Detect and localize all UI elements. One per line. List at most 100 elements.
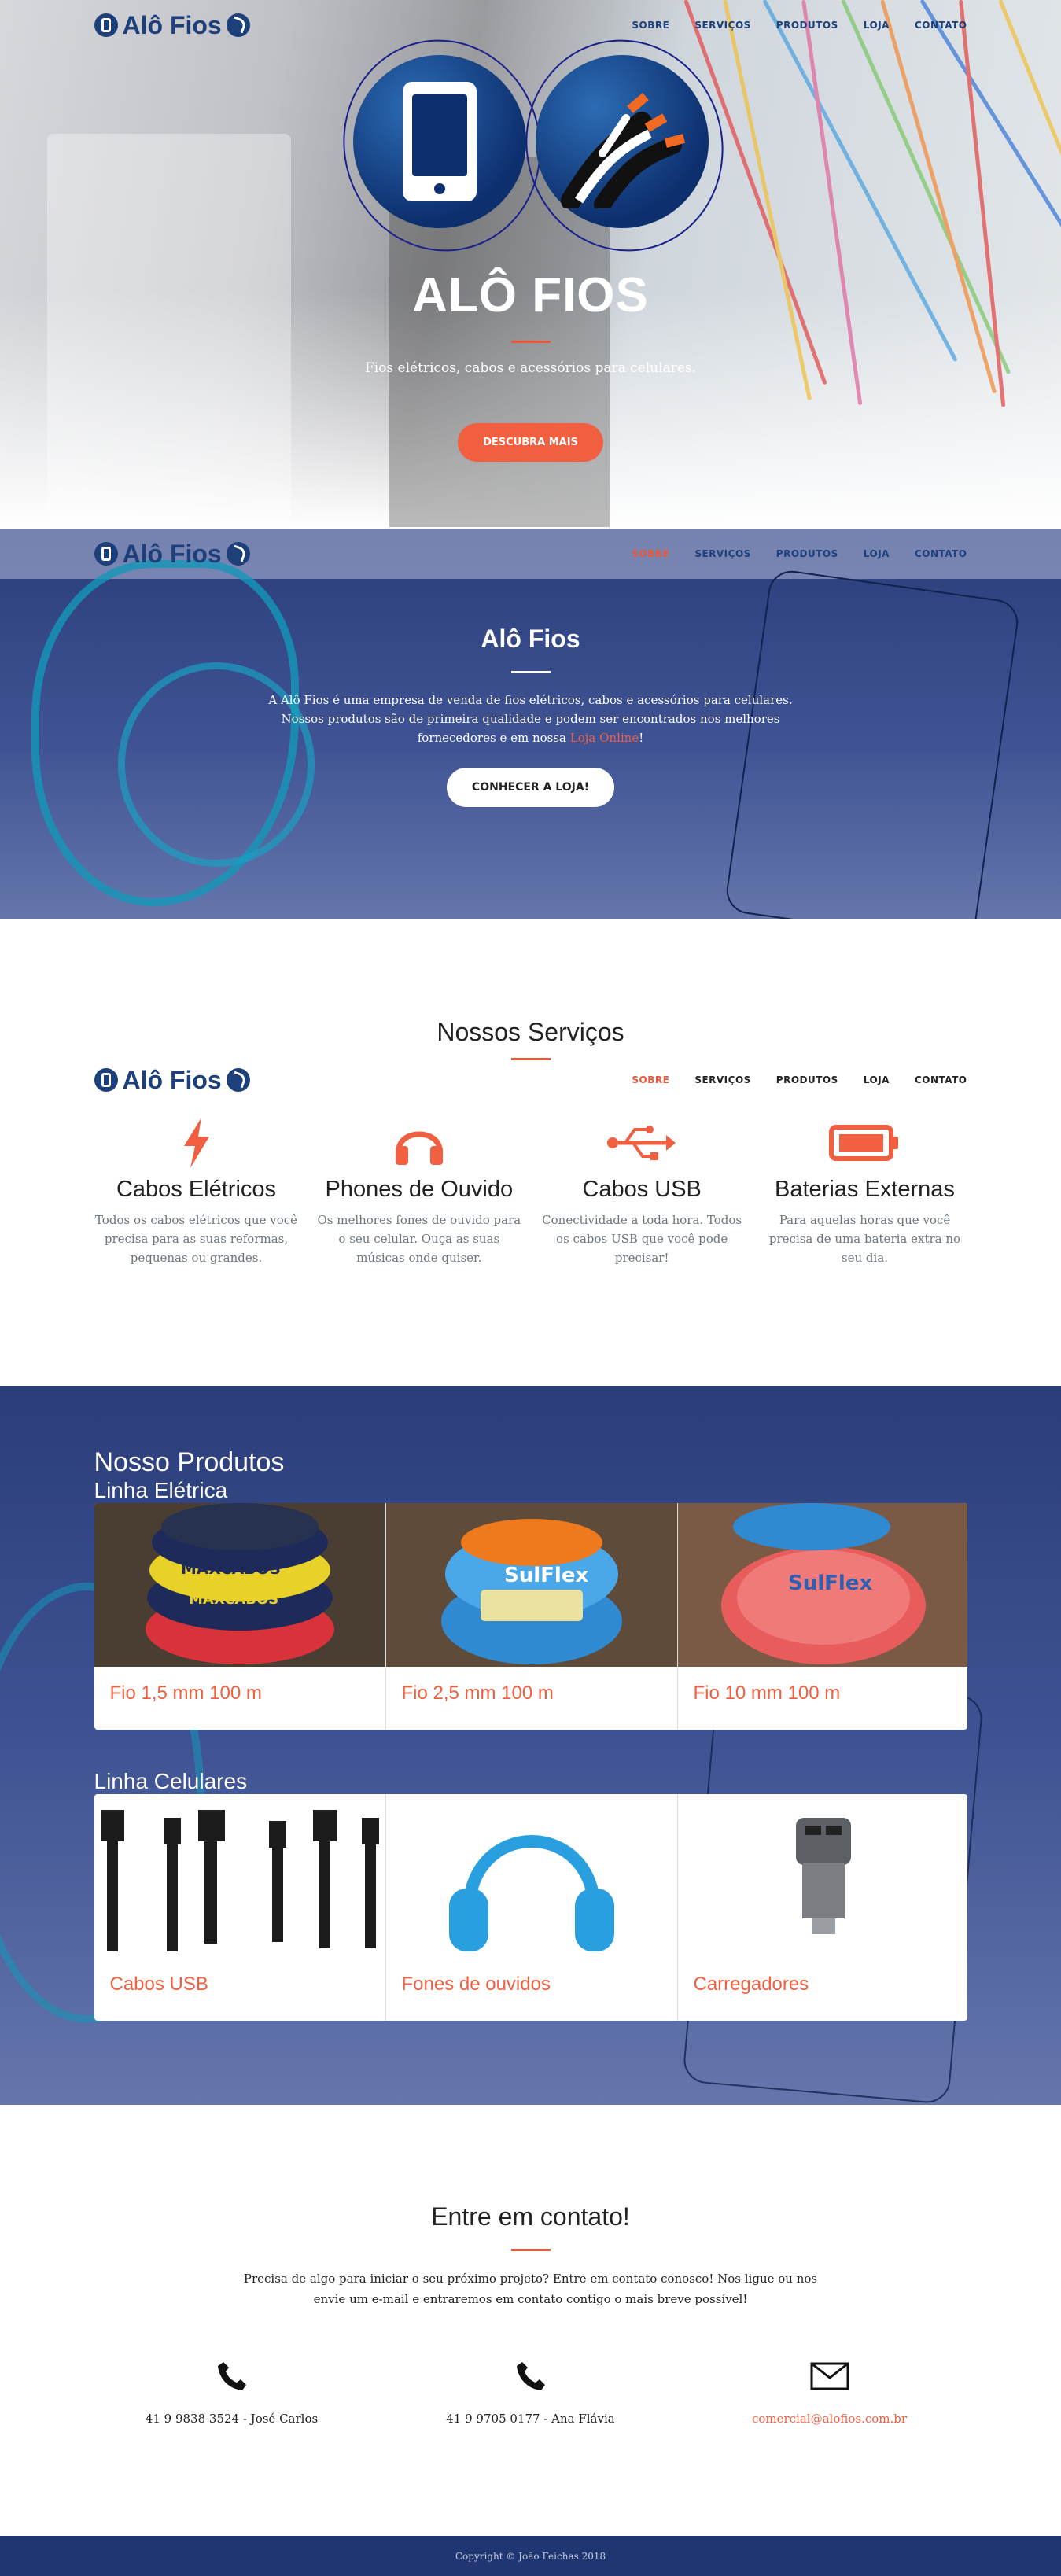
nav-link-sobre[interactable]: SOBRE (632, 1074, 669, 1085)
phone-icon (393, 2357, 669, 2396)
nav-link-produtos[interactable]: PRODUTOS (776, 20, 838, 31)
wire-logo-icon (226, 542, 250, 566)
service-title: Cabos Elétricos (116, 1177, 277, 1202)
product-card-fones[interactable]: Fones de ouvidos (385, 1794, 678, 2021)
nav-link-contato[interactable]: CONTATO (915, 20, 967, 31)
wire-logo-icon (226, 1068, 250, 1092)
eletrica-line-title: Linha Elétrica (94, 1478, 228, 1502)
nav-link-servicos[interactable]: SERVIÇOS (694, 20, 750, 31)
product-name: Carregadores (693, 1973, 809, 1995)
brand-logo[interactable]: Alô Fios (94, 11, 250, 40)
hero-section: Alô Fios SOBRE SERVIÇOS PRODUTOS LOJA CO… (0, 0, 1061, 529)
cable-spool-image: SulFlex (385, 1503, 677, 1667)
brand-logo[interactable]: Alô Fios (94, 540, 250, 569)
service-title: Phones de Ouvido (325, 1177, 514, 1202)
phone-logo-icon (94, 13, 118, 37)
product-name: Fio 1,5 mm 100 m (109, 1682, 262, 1704)
brand-logo-text: Alô Fios (122, 539, 222, 568)
about-title: Alô Fios (481, 625, 580, 653)
services-title: Nossos Serviços (437, 1018, 624, 1046)
contact-section: Entre em contato! Precisa de algo para i… (0, 2105, 1061, 2536)
service-item-phones: Phones de Ouvido Os melhores fones de ou… (317, 1115, 521, 1267)
smartphone-icon (320, 18, 563, 273)
contact-phone-1: 41 9 9838 3524 - José Carlos (94, 2357, 370, 2426)
svg-text:SulFlex: SulFlex (788, 1572, 872, 1595)
hero-title: ALÔ FIOS (412, 268, 649, 322)
about-text: A Alô Fios é uma empresa de venda de fio… (268, 693, 793, 745)
nav-link-servicos[interactable]: SERVIÇOS (694, 1074, 750, 1085)
service-item-cabos-usb: Cabos USB Conectividade a toda hora. Tod… (540, 1115, 744, 1267)
phone-icon (94, 2357, 370, 2396)
service-item-baterias: Baterias Externas Para aquelas horas que… (762, 1115, 967, 1267)
copyright-text: Copyright © João Feichas 2018 (455, 2550, 606, 2562)
cable-spool-image: MAXCABOS MAXCABOS (94, 1503, 385, 1667)
contact-text: Precisa de algo para iniciar o seu próxi… (243, 2272, 818, 2306)
hero-subtitle: Fios elétricos, cabos e acessórios para … (364, 360, 697, 376)
product-name: Fones de ouvidos (401, 1973, 551, 1995)
main-menu: SOBRE SERVIÇOS PRODUTOS LOJA CONTATO (632, 548, 967, 559)
main-menu: SOBRE SERVIÇOS PRODUTOS LOJA CONTATO (632, 20, 967, 31)
nav-link-produtos[interactable]: PRODUTOS (776, 1074, 838, 1085)
nav-link-sobre[interactable]: SOBRE (632, 20, 669, 31)
celulares-line-title: Linha Celulares (94, 1769, 248, 1793)
nav-link-contato[interactable]: CONTATO (915, 548, 967, 559)
products-title: Nosso Produtos (94, 1447, 285, 1477)
top-navbar: Alô Fios SOBRE SERVIÇOS PRODUTOS LOJA CO… (94, 0, 967, 50)
footer: Copyright © João Feichas 2018 (0, 2536, 1061, 2576)
product-card-fio-1-5[interactable]: MAXCABOS MAXCABOS Fio 1,5 mm 100 m (94, 1503, 386, 1730)
svg-text:MAXCABOS: MAXCABOS (181, 1559, 281, 1578)
about-divider (510, 671, 551, 673)
hero-divider (510, 341, 551, 343)
contact-email: comercial@alofios.com.br (692, 2357, 967, 2426)
phone-logo-icon (94, 1068, 118, 1092)
product-card-fio-10[interactable]: SulFlex Fio 10 mm 100 m (677, 1503, 967, 1730)
online-store-link[interactable]: Loja Online (570, 731, 639, 745)
contact-grid: 41 9 9838 3524 - José Carlos 41 9 9705 0… (94, 2357, 967, 2426)
email-link[interactable]: comercial@alofios.com.br (752, 2412, 907, 2426)
services-grid: Cabos Elétricos Todos os cabos elétricos… (94, 1115, 967, 1267)
svg-text:SulFlex: SulFlex (504, 1564, 588, 1587)
service-text: Para aquelas horas que você precisa de u… (768, 1213, 961, 1265)
usb-icon (540, 1115, 744, 1170)
nav-link-contato[interactable]: CONTATO (915, 1074, 967, 1085)
brand-logo-text: Alô Fios (122, 1065, 222, 1094)
eletrica-products-row: MAXCABOS MAXCABOS Fio 1,5 mm 100 m SulFl… (94, 1503, 967, 1730)
product-card-cabos-usb[interactable]: Cabos USB (94, 1794, 386, 2021)
headphones-image (385, 1794, 677, 1958)
sticky-navbar-services: Alô Fios SOBRE SERVIÇOS PRODUTOS LOJA CO… (94, 1060, 967, 1100)
nav-link-produtos[interactable]: PRODUTOS (776, 548, 838, 559)
contact-title: Entre em contato! (431, 2202, 630, 2231)
service-text: Conectividade a toda hora. Todos os cabo… (542, 1213, 742, 1265)
contact-phone-2: 41 9 9705 0177 - Ana Flávia (393, 2357, 669, 2426)
envelope-icon (692, 2357, 967, 2396)
about-section: Alô Fios SOBRE SERVIÇOS PRODUTOS LOJA CO… (0, 529, 1061, 919)
brand-logo-text: Alô Fios (122, 10, 222, 39)
nav-link-loja[interactable]: LOJA (864, 1074, 890, 1085)
products-section: Nosso Produtos Linha Elétrica MAXCABOS M… (0, 1386, 1061, 2105)
product-name: Fio 2,5 mm 100 m (401, 1682, 554, 1704)
product-card-carregadores[interactable]: Carregadores (677, 1794, 967, 2021)
service-text: Todos os cabos elétricos que você precis… (94, 1213, 298, 1265)
wire-logo-icon (226, 13, 250, 37)
product-card-fio-2-5[interactable]: SulFlex Fio 2,5 mm 100 m (385, 1503, 678, 1730)
celulares-products-row: Cabos USB Fones de ouvidos Carregadores (94, 1794, 967, 2021)
phone-number: 41 9 9705 0177 - Ana Flávia (446, 2412, 615, 2426)
discover-more-button[interactable]: DESCUBRA MAIS (458, 423, 603, 462)
main-menu: SOBRE SERVIÇOS PRODUTOS LOJA CONTATO (632, 1074, 967, 1085)
hero-icons (0, 18, 1061, 273)
phone-number: 41 9 9838 3524 - José Carlos (145, 2412, 319, 2426)
bolt-icon (94, 1115, 299, 1170)
nav-link-servicos[interactable]: SERVIÇOS (694, 548, 750, 559)
visit-store-button[interactable]: CONHECER A LOJA! (446, 768, 615, 807)
nav-link-loja[interactable]: LOJA (864, 20, 890, 31)
services-section: Nossos Serviços Alô Fios SOBRE SERVIÇOS … (0, 919, 1061, 1386)
sticky-navbar: Alô Fios SOBRE SERVIÇOS PRODUTOS LOJA CO… (0, 529, 1061, 579)
battery-icon (762, 1115, 967, 1170)
contact-divider (510, 2249, 551, 2251)
nav-link-loja[interactable]: LOJA (864, 548, 890, 559)
cable-spool-image: SulFlex (677, 1503, 967, 1667)
brand-logo[interactable]: Alô Fios (94, 1066, 250, 1095)
product-name: Cabos USB (109, 1973, 208, 1995)
usb-cables-image (94, 1794, 385, 1958)
nav-link-sobre[interactable]: SOBRE (632, 548, 669, 559)
